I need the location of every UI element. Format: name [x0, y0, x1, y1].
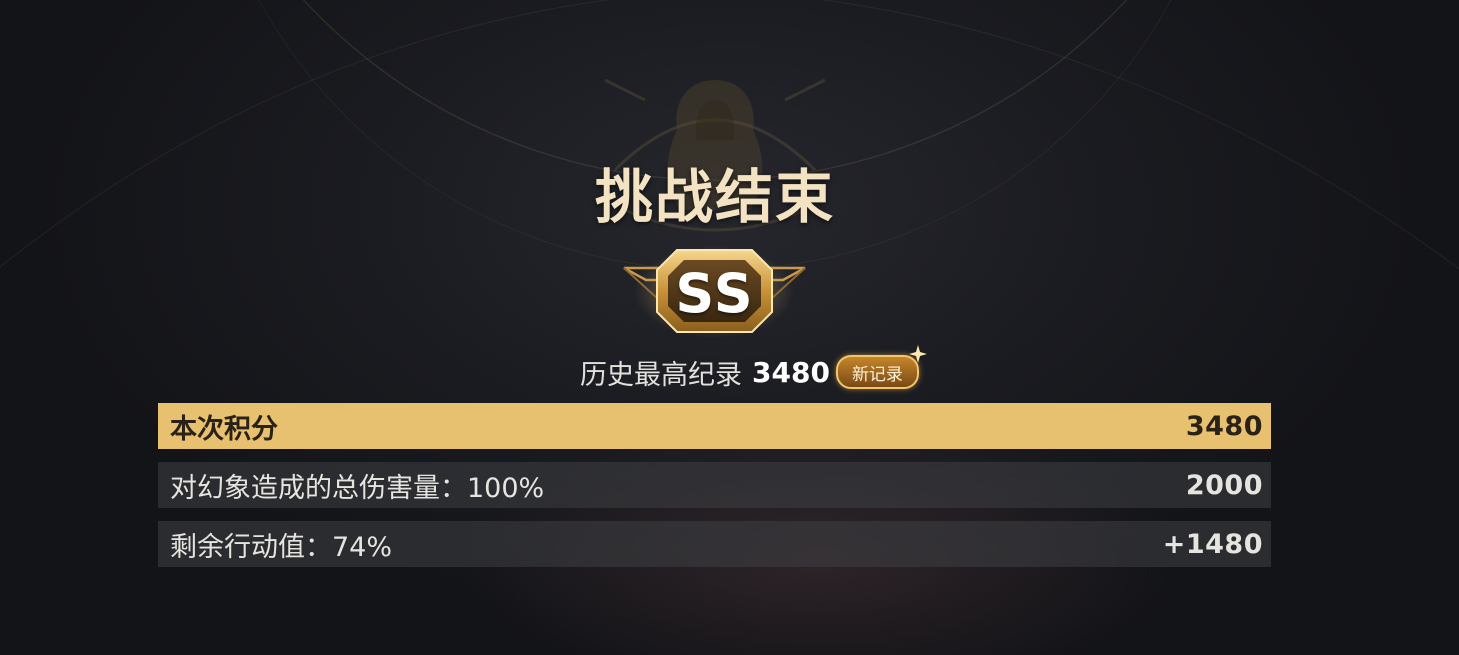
- score-row-label: 本次积分: [170, 413, 278, 445]
- rank-grade-text: SS: [675, 262, 755, 325]
- score-row-damage: 对幻象造成的总伤害量：100% 2000: [158, 462, 1271, 508]
- history-record-line: 历史最高纪录 3480 新记录: [580, 345, 927, 392]
- score-row-value: +1480: [1162, 528, 1263, 560]
- challenge-end-title: 挑战结束: [594, 163, 835, 231]
- score-row-value: 3480: [1185, 410, 1263, 442]
- history-record-label: 历史最高纪录: [580, 359, 742, 391]
- score-breakdown: 本次积分 3480 对幻象造成的总伤害量：100% 2000 剩余行动值：74%…: [158, 403, 1271, 580]
- score-row-total: 本次积分 3480: [158, 403, 1271, 449]
- score-row-label: 剩余行动值：74%: [170, 531, 393, 563]
- new-record-badge-label: 新记录: [851, 364, 903, 385]
- score-row-value: 2000: [1185, 469, 1263, 501]
- result-screen: 挑战结束 SS 历史最高纪录 3480 新记录 本次积分 3480 对幻象造成的…: [0, 0, 1459, 655]
- score-row-action-value: 剩余行动值：74% +1480: [158, 521, 1271, 567]
- score-row-label: 对幻象造成的总伤害量：100%: [170, 472, 545, 504]
- history-record-value: 3480: [752, 355, 830, 389]
- sparkle-icon: [908, 345, 927, 363]
- new-record-badge: 新记录: [835, 345, 927, 389]
